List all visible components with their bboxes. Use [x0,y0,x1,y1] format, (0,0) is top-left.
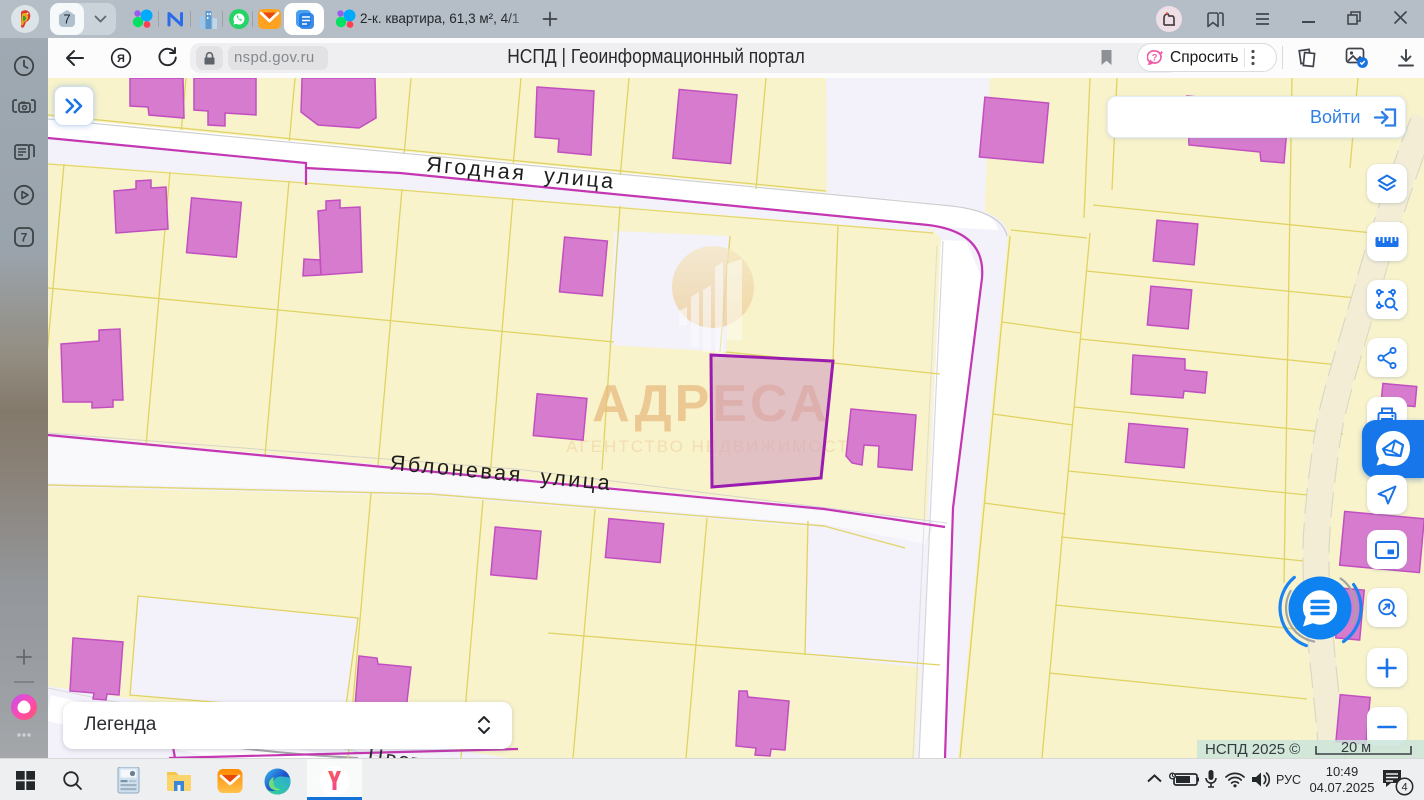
svg-text:7: 7 [21,231,28,245]
svg-text:Я: Я [117,53,125,65]
svg-text:?: ? [1152,53,1158,63]
svg-text:7: 7 [63,12,70,27]
svg-text:4: 4 [1401,782,1407,794]
